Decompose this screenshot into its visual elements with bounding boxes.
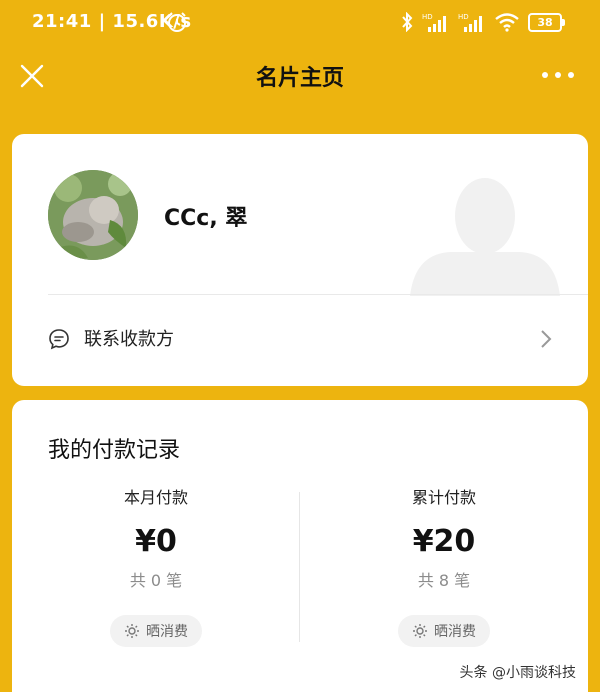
avatar	[48, 170, 138, 260]
share-spending-label: 晒消费	[146, 624, 188, 640]
monthly-payment-count: 共 0 笔	[129, 571, 183, 590]
sun-icon	[125, 624, 139, 638]
total-payment-label: 累计付款	[411, 488, 476, 507]
battery-indicator: 38	[528, 12, 565, 32]
clock-time: 21:41	[32, 11, 92, 32]
chevron-right-icon	[541, 330, 552, 348]
share-spending-label: 晒消费	[434, 624, 476, 640]
alarm-icon	[168, 12, 186, 32]
more-menu-icon[interactable]	[542, 72, 574, 78]
contact-payee-label: 联系收款方	[84, 329, 174, 350]
signal-hd-icon-2: HD	[458, 13, 482, 32]
watermark: 头条 @小雨谈科技	[459, 665, 576, 681]
monthly-payment-label: 本月付款	[123, 488, 188, 507]
status-bar: 21:41 | 15.6K/s HD HD 38	[0, 0, 600, 46]
page-title: 名片主页	[255, 66, 344, 91]
profile-name: CCc, 翠	[164, 206, 248, 231]
records-title: 我的付款记录	[48, 438, 181, 463]
total-payment-count: 共 8 笔	[417, 571, 471, 590]
svg-text:HD: HD	[458, 13, 469, 21]
bluetooth-icon	[402, 12, 413, 32]
monthly-payment-column: 本月付款 ¥0 共 0 笔 晒消费	[12, 484, 300, 647]
payment-records-card: 我的付款记录 本月付款 ¥0 共 0 笔 晒消费 累计付款 ¥20 共 8 笔 …	[12, 400, 588, 692]
profile-card: CCc, 翠 联系收款方	[12, 134, 588, 386]
svg-text:HD: HD	[422, 13, 433, 21]
nav-bar: 名片主页	[0, 46, 600, 108]
share-spending-button-total[interactable]: 晒消费	[398, 615, 490, 647]
wifi-icon	[495, 13, 519, 32]
total-payment-column: 累计付款 ¥20 共 8 笔 晒消费	[300, 484, 588, 647]
contact-payee-row[interactable]: 联系收款方	[12, 295, 588, 386]
status-icons: HD HD 38	[400, 12, 565, 32]
person-silhouette-icon	[410, 178, 560, 296]
share-spending-button-monthly[interactable]: 晒消费	[110, 615, 202, 647]
monthly-payment-amount: ¥0	[135, 524, 177, 559]
sun-icon	[413, 624, 427, 638]
chat-bubble-icon	[49, 329, 69, 350]
total-payment-amount: ¥20	[412, 524, 476, 559]
signal-hd-icon: HD	[422, 13, 446, 32]
